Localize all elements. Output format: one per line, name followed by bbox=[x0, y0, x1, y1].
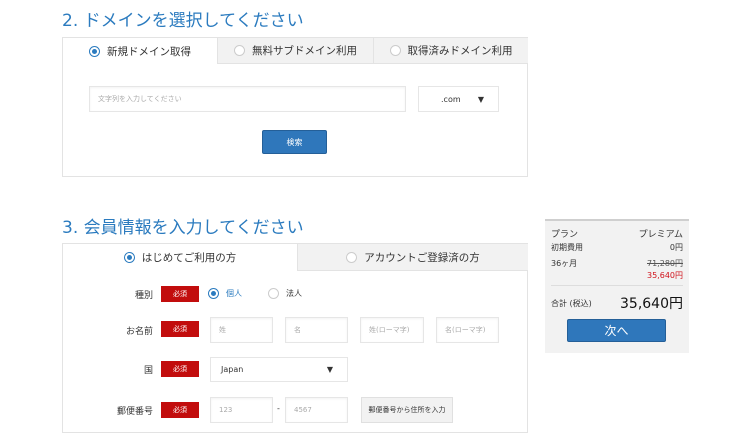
first-name-input[interactable]: 名 bbox=[285, 317, 348, 343]
type-label: 種別 bbox=[134, 291, 153, 301]
radio-icon[interactable] bbox=[208, 288, 219, 299]
postal-second-input[interactable]: 4567 bbox=[285, 397, 348, 423]
tab-free-subdomain[interactable]: 無料サブドメイン利用 bbox=[217, 38, 373, 64]
initial-fee-value: 0円 bbox=[669, 243, 683, 252]
term-label: 36ヶ月 bbox=[551, 259, 578, 268]
tab-registered[interactable]: アカウントご登録済の方 bbox=[297, 244, 528, 271]
plan-row: プラン プレミアム bbox=[551, 227, 683, 240]
required-badge: 必須 bbox=[161, 321, 199, 337]
last-name-roman-input[interactable]: 姓(ローマ字) bbox=[360, 317, 424, 343]
postal-separator: - bbox=[277, 404, 280, 413]
radio-icon[interactable] bbox=[389, 45, 401, 56]
country-value: Japan bbox=[221, 365, 244, 374]
name-label: お名前 bbox=[125, 327, 153, 337]
total-row: 合計 (税込) 35,640円 bbox=[551, 293, 683, 313]
radio-icon[interactable] bbox=[268, 288, 279, 299]
discount-row: 35,640円 bbox=[551, 270, 683, 281]
tld-select[interactable]: .com ▼ bbox=[418, 86, 499, 112]
next-button[interactable]: 次へ bbox=[567, 319, 666, 342]
divider bbox=[551, 285, 683, 286]
tab-label: 新規ドメイン取得 bbox=[107, 45, 191, 58]
initial-fee-row: 初期費用 0円 bbox=[551, 242, 683, 253]
plan-label: プラン bbox=[551, 230, 579, 240]
country-label: 国 bbox=[143, 366, 153, 376]
radio-icon[interactable] bbox=[89, 45, 100, 57]
plan-value: プレミアム bbox=[638, 230, 683, 240]
triangle-down-icon: ▼ bbox=[326, 365, 333, 374]
radio-icon[interactable] bbox=[234, 45, 245, 56]
tab-existing-domain[interactable]: 取得済みドメイン利用 bbox=[373, 38, 528, 64]
order-summary: プラン プレミアム 初期費用 0円 36ヶ月 71,280円 35,640円 合計 (… bbox=[545, 219, 689, 353]
domain-search-input[interactable]: 文字列を入力してください bbox=[89, 86, 406, 112]
tab-label: 無料サブドメイン利用 bbox=[252, 45, 357, 57]
tab-label: アカウントご登録済の方 bbox=[364, 251, 480, 264]
tld-value: .com bbox=[441, 94, 461, 104]
tab-label: 取得済みドメイン利用 bbox=[407, 45, 513, 57]
radio-label: 法人 bbox=[286, 289, 302, 298]
postal-first-input[interactable]: 123 bbox=[210, 397, 273, 423]
total-value: 35,640円 bbox=[620, 296, 683, 312]
original-price: 71,280円 bbox=[647, 259, 683, 268]
radio-icon[interactable] bbox=[346, 251, 358, 263]
tab-label: はじめてご利用の方 bbox=[141, 252, 237, 264]
discount-price: 35,640円 bbox=[647, 271, 683, 280]
required-badge: 必須 bbox=[161, 361, 199, 377]
radio-icon[interactable] bbox=[123, 252, 135, 263]
domain-section-title: 2. ドメインを選択してください bbox=[62, 11, 304, 31]
radio-corporate[interactable]: 法人 bbox=[268, 288, 302, 299]
triangle-down-icon: ▼ bbox=[477, 94, 484, 104]
required-badge: 必須 bbox=[161, 286, 199, 302]
tab-first-time[interactable]: はじめてご利用の方 bbox=[63, 244, 297, 271]
member-section-title: 3. 会員情報を入力してください bbox=[62, 218, 304, 238]
required-badge: 必須 bbox=[161, 402, 199, 418]
search-button[interactable]: 検索 bbox=[262, 130, 327, 154]
postal-lookup-button[interactable]: 郵便番号から住所を入力 bbox=[361, 397, 453, 423]
country-select[interactable]: Japan ▼ bbox=[210, 357, 348, 382]
initial-fee-label: 初期費用 bbox=[551, 243, 583, 252]
radio-individual[interactable]: 個人 bbox=[208, 288, 242, 299]
term-row: 36ヶ月 71,280円 bbox=[551, 258, 683, 269]
postal-label: 郵便番号 bbox=[116, 407, 153, 417]
first-name-roman-input[interactable]: 名(ローマ字) bbox=[436, 317, 499, 343]
total-label: 合計 (税込) bbox=[551, 298, 592, 308]
last-name-input[interactable]: 姓 bbox=[210, 317, 273, 343]
tab-new-domain[interactable]: 新規ドメイン取得 bbox=[63, 38, 217, 64]
radio-label: 個人 bbox=[226, 289, 242, 298]
